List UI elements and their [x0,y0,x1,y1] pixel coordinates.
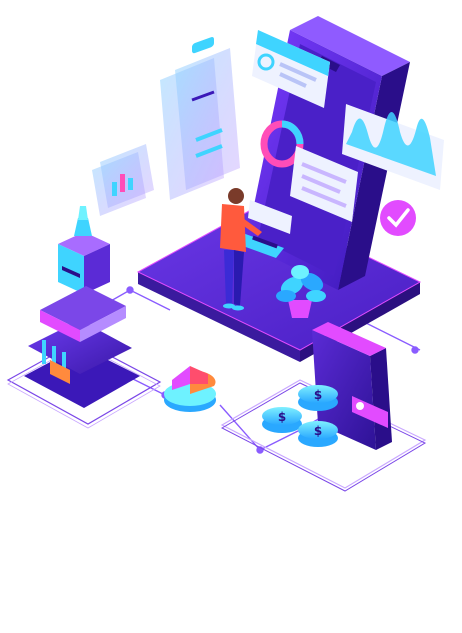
fintech-illustration: $ $ $ [0,0,462,633]
coin-stack-3: $ [298,421,338,447]
bank-building [24,286,140,408]
svg-text:$: $ [314,424,322,438]
glass-panels [160,37,240,200]
illustration-canvas: $ $ $ [6,16,444,492]
coin-stack-1: $ [262,407,302,433]
svg-text:$: $ [314,388,322,402]
bar-chart-card [92,144,154,216]
pie-chart-3d [164,366,216,412]
svg-text:$: $ [278,410,286,424]
checkmark-badge [380,200,416,236]
coin-stack-2: $ [298,385,338,411]
server-cabinet [58,206,110,294]
